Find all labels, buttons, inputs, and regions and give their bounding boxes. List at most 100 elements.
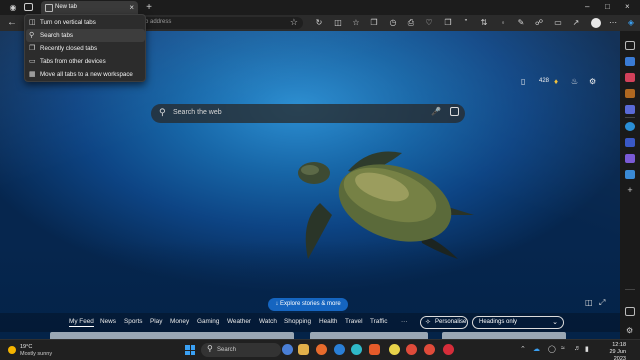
vivaldi-icon[interactable] xyxy=(443,344,454,355)
tab-actions-menu-icon[interactable] xyxy=(24,3,33,11)
feed-tab-health[interactable]: Health xyxy=(319,318,337,325)
image-info-icon[interactable]: ◫ xyxy=(585,298,593,307)
menu-item-move-to-workspace[interactable]: ▦ Move all tabs to a new workspace xyxy=(26,68,145,81)
chrome-canary-icon[interactable] xyxy=(389,344,400,355)
feed-tab-gaming[interactable]: Gaming xyxy=(197,318,219,325)
minimize-icon[interactable]: – xyxy=(585,2,589,11)
windows-start-icon[interactable] xyxy=(185,345,195,355)
opera-icon[interactable] xyxy=(424,344,435,355)
taskbar-search[interactable]: ⚲ Search xyxy=(201,343,281,357)
history-icon[interactable]: ◷ xyxy=(388,18,398,28)
menu-item-label: Move all tabs to a new workspace xyxy=(40,71,133,78)
explore-stories-button[interactable]: ↓ Explore stories & more xyxy=(268,298,348,311)
rewards-icon[interactable]: ♦ xyxy=(554,77,558,86)
menu-item-recently-closed[interactable]: ❐ Recently closed tabs xyxy=(26,42,145,55)
maximize-icon[interactable]: □ xyxy=(605,2,610,11)
rewards-points[interactable]: 428 xyxy=(539,78,549,84)
close-tab-icon[interactable]: × xyxy=(129,3,134,12)
web-search-box[interactable]: ⚲ Search the web 🎤 xyxy=(151,104,465,123)
share-icon[interactable]: ↗ xyxy=(571,18,581,28)
feed-tab-money[interactable]: Money xyxy=(170,318,189,325)
browser-essentials-icon[interactable]: ☍ xyxy=(534,18,544,28)
games-icon[interactable] xyxy=(625,89,635,98)
vertical-tabs-icon: ◫ xyxy=(29,19,36,26)
tab-new-tab[interactable]: New tab × xyxy=(41,1,138,15)
new-tab-plus-icon[interactable]: + xyxy=(144,3,154,13)
sidebar-settings-gear-icon[interactable]: ⚙ xyxy=(626,326,633,335)
profile-icon[interactable]: ◉ xyxy=(8,3,18,12)
web-capture-icon[interactable]: ✎ xyxy=(516,18,526,28)
feed-tab-weather[interactable]: Weather xyxy=(227,318,251,325)
feed-tab-traffic[interactable]: Traffic xyxy=(370,318,387,325)
notifications-bell-icon[interactable]: ♨ xyxy=(571,77,578,86)
copilot-icon[interactable]: ◈ xyxy=(626,18,636,28)
designer-icon[interactable] xyxy=(625,154,635,163)
search-sidebar-icon[interactable] xyxy=(625,41,635,50)
feed-card[interactable] xyxy=(50,332,294,339)
wifi-icon[interactable]: ≈ xyxy=(561,345,565,352)
add-sidebar-app-icon[interactable]: + xyxy=(625,186,635,195)
screenshot-icon[interactable]: ◦ xyxy=(498,18,508,28)
firefox-icon[interactable] xyxy=(316,344,327,355)
chrome-icon[interactable] xyxy=(406,344,417,355)
downloads-icon[interactable]: ⎙ xyxy=(406,18,416,28)
explore-label: Explore stories & more xyxy=(279,301,341,307)
close-window-icon[interactable]: × xyxy=(625,2,630,11)
feed-tab-play[interactable]: Play xyxy=(150,318,162,325)
phone-icon[interactable]: ▯ xyxy=(521,77,525,86)
microphone-icon[interactable]: 🎤 xyxy=(431,107,441,116)
avatar[interactable] xyxy=(591,18,601,28)
personalise-label: Personalise xyxy=(435,319,467,325)
edge-dev-icon[interactable] xyxy=(351,344,362,355)
recent-tabs-icon: ❐ xyxy=(29,45,36,52)
quote-icon[interactable]: ” xyxy=(461,18,471,28)
menu-item-vertical-tabs[interactable]: ◫ Turn on vertical tabs xyxy=(26,16,145,29)
more-options-icon[interactable]: ⋯ xyxy=(608,18,618,28)
extensions-icon[interactable]: ❒ xyxy=(443,18,453,28)
weather-condition: Mostly sunny xyxy=(20,351,53,357)
feed-tab-watch[interactable]: Watch xyxy=(259,318,277,325)
tray-app-icon[interactable]: ☁ xyxy=(533,345,540,353)
menu-item-search-tabs[interactable]: ⚲ Search tabs xyxy=(26,29,145,42)
clock[interactable]: 12:18 29 Jun 2023 xyxy=(596,342,626,360)
feed-more-button[interactable]: ··· xyxy=(401,318,407,325)
visual-search-icon[interactable] xyxy=(450,107,459,116)
feed-tab-shopping[interactable]: Shopping xyxy=(284,318,311,325)
feed-tab-travel[interactable]: Travel xyxy=(345,318,363,325)
bing-app-icon[interactable] xyxy=(282,344,293,355)
feed-tab-news[interactable]: News xyxy=(100,318,116,325)
volume-icon[interactable]: ♬ xyxy=(574,345,581,352)
feed-tab-sports[interactable]: Sports xyxy=(124,318,142,325)
favorites-icon[interactable]: ☆ xyxy=(351,18,361,28)
battery-icon[interactable]: ▮ xyxy=(585,345,589,353)
tray-bluetooth-icon[interactable]: ◯ xyxy=(548,345,556,353)
file-explorer-icon[interactable] xyxy=(298,344,309,355)
brave-icon[interactable] xyxy=(369,344,380,355)
personalise-button[interactable]: ✧ Personalise xyxy=(420,316,468,329)
feed-card[interactable] xyxy=(310,332,428,339)
feed-card[interactable] xyxy=(442,332,566,339)
workspaces-icon[interactable]: ▭ xyxy=(553,18,563,28)
edge-icon[interactable] xyxy=(334,344,345,355)
outlook-icon[interactable] xyxy=(625,122,635,131)
favorite-star-icon[interactable]: ☆ xyxy=(290,17,298,28)
sync-icon[interactable]: ⇅ xyxy=(479,18,489,28)
menu-item-other-devices[interactable]: ▭ Tabs from other devices xyxy=(26,55,145,68)
shopping-tag-icon[interactable] xyxy=(625,57,635,66)
feed-tab-my-feed[interactable]: My Feed xyxy=(69,318,94,327)
tray-overflow-chevron-icon[interactable]: ⌃ xyxy=(520,345,526,353)
tools-icon[interactable] xyxy=(625,73,635,82)
microsoft-365-icon[interactable] xyxy=(625,105,635,114)
sea-turtle-image xyxy=(298,151,474,259)
split-screen-icon[interactable]: ◫ xyxy=(333,18,343,28)
page-settings-gear-icon[interactable]: ⚙ xyxy=(589,77,596,86)
immersive-reader-icon[interactable]: ↻ xyxy=(314,18,324,28)
performance-icon[interactable]: ♡ xyxy=(424,18,434,28)
content-layout-select[interactable]: Headings only ⌄ xyxy=(472,316,564,329)
back-arrow-icon[interactable]: ← xyxy=(7,17,17,28)
hide-sidebar-icon[interactable] xyxy=(625,307,635,316)
fullscreen-expand-icon[interactable]: ⤢ xyxy=(599,298,605,308)
drop-icon[interactable] xyxy=(625,138,635,147)
send-icon[interactable] xyxy=(625,170,635,179)
collections-icon[interactable]: ❐ xyxy=(369,18,379,28)
